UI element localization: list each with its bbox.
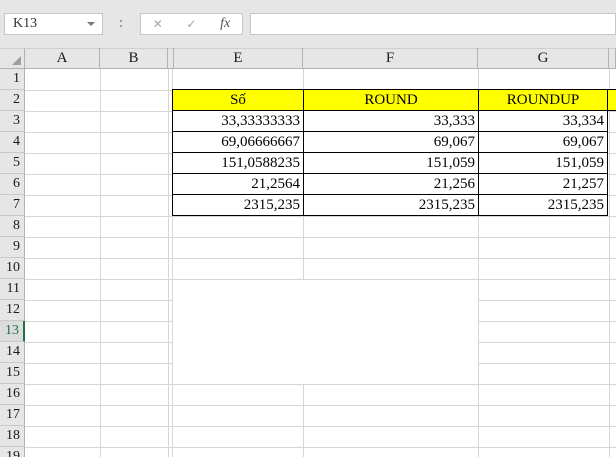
row-header-13[interactable]: 13: [0, 321, 25, 342]
cell-G4[interactable]: 69,067: [479, 132, 608, 153]
cell-H2-sliver[interactable]: [607, 89, 616, 111]
cell-F2[interactable]: ROUND: [304, 90, 479, 111]
cell-E5[interactable]: 151,0588235: [173, 153, 304, 174]
cell-G5[interactable]: 151,059: [479, 153, 608, 174]
row-header-1[interactable]: 1: [0, 69, 25, 90]
row-header-10[interactable]: 10: [0, 258, 25, 279]
gridline-vertical: [100, 69, 101, 457]
gridline-horizontal: [25, 405, 616, 406]
formula-button-group: ✕ ✓ fx: [140, 13, 243, 35]
column-header-A[interactable]: A: [25, 48, 100, 69]
row-header-14[interactable]: 14: [0, 342, 25, 363]
gridline-horizontal: [25, 426, 616, 427]
cell-F3[interactable]: 33,333: [304, 111, 479, 132]
cell-G7[interactable]: 2315,235: [479, 195, 608, 216]
row-header-18[interactable]: 18: [0, 426, 25, 447]
row-header-12[interactable]: 12: [0, 300, 25, 321]
row-header-7[interactable]: 7: [0, 195, 25, 216]
cell-F5[interactable]: 151,059: [304, 153, 479, 174]
row-header-19[interactable]: 19: [0, 447, 25, 457]
column-header-F[interactable]: F: [303, 48, 478, 69]
row-header-3[interactable]: 3: [0, 111, 25, 132]
cell-F6[interactable]: 21,256: [304, 174, 479, 195]
name-box-dropdown-icon[interactable]: [87, 22, 95, 26]
formula-bar-strip: K13 ✕ ✓ fx: [0, 0, 616, 48]
row-header-17[interactable]: 17: [0, 405, 25, 426]
cell-G2[interactable]: ROUNDUP: [479, 90, 608, 111]
select-all-triangle-icon: [12, 56, 21, 65]
gridline-horizontal: [25, 447, 616, 448]
column-header-B[interactable]: B: [100, 48, 168, 69]
cell-E3[interactable]: 33,33333333: [173, 111, 304, 132]
excel-window: K13 ✕ ✓ fx ABEFG 1 2 3 4 5 6 7 8 9 10 11 12 13 14 15 16…: [0, 0, 616, 457]
enter-icon[interactable]: ✓: [186, 17, 196, 31]
row-header-15[interactable]: 15: [0, 363, 25, 384]
row-header-11[interactable]: 11: [0, 279, 25, 300]
cell-E4[interactable]: 69,06666667: [173, 132, 304, 153]
cancel-icon[interactable]: ✕: [153, 17, 163, 31]
white-overlay-shape: [173, 280, 478, 384]
cell-G3[interactable]: 33,334: [479, 111, 608, 132]
formula-bar-input[interactable]: [250, 13, 616, 35]
row-header-6[interactable]: 6: [0, 174, 25, 195]
row-header-4[interactable]: 4: [0, 132, 25, 153]
cell-E2[interactable]: Số: [173, 90, 304, 111]
name-box-value: K13: [13, 16, 38, 31]
gridline-horizontal: [25, 216, 616, 217]
insert-function-icon[interactable]: fx: [220, 16, 230, 32]
rounding-table: Số ROUND ROUNDUP 33,33333333 33,333 33,334 69,…: [172, 89, 608, 216]
drag-handle-dots-icon: [120, 20, 122, 22]
gridline-vertical: [609, 69, 610, 457]
column-header-partial[interactable]: [609, 48, 616, 69]
gridline-horizontal: [25, 384, 616, 385]
row-header-9[interactable]: 9: [0, 237, 25, 258]
column-header-G[interactable]: G: [478, 48, 609, 69]
name-box[interactable]: K13: [4, 13, 103, 35]
cell-G6[interactable]: 21,257: [479, 174, 608, 195]
cell-F4[interactable]: 69,067: [304, 132, 479, 153]
cell-E6[interactable]: 21,2564: [173, 174, 304, 195]
row-header-5[interactable]: 5: [0, 153, 25, 174]
row-header-16[interactable]: 16: [0, 384, 25, 405]
row-header-2[interactable]: 2: [0, 90, 25, 111]
row-header-8[interactable]: 8: [0, 216, 25, 237]
gridline-horizontal: [25, 258, 616, 259]
column-header-E[interactable]: E: [173, 48, 303, 69]
gridline-horizontal: [25, 237, 616, 238]
gridline-vertical: [168, 69, 169, 457]
select-all-corner[interactable]: [0, 48, 25, 69]
cell-E7[interactable]: 2315,235: [173, 195, 304, 216]
cell-F7[interactable]: 2315,235: [304, 195, 479, 216]
